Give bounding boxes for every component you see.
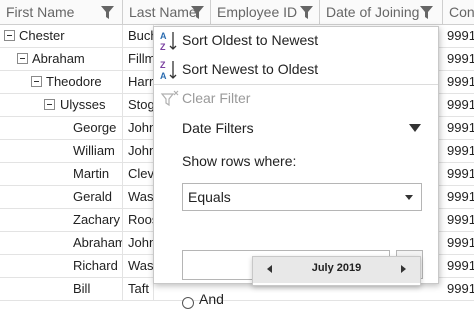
contact-cell: 9991 (447, 51, 474, 66)
clear-filter-icon (160, 90, 179, 107)
column-header-label: First Name (6, 4, 75, 20)
first-name-cell: Gerald (73, 186, 123, 209)
date-filters-menu[interactable]: Date Filters (182, 120, 254, 136)
column-header-first-name[interactable]: First Name (0, 0, 123, 25)
first-name-cell: George (73, 117, 123, 140)
contact-cell: 9991 (447, 74, 474, 89)
filter-funnel-icon[interactable] (300, 6, 313, 20)
contact-cell: 9991 (447, 28, 474, 43)
sort-icon-z: Z (160, 60, 166, 70)
filter-funnel-icon[interactable] (191, 6, 204, 20)
chevron-down-icon (405, 195, 413, 200)
date-filters-expand-icon[interactable] (409, 124, 421, 132)
last-name-cell: Harris (128, 71, 154, 94)
first-name-cell: Abraham (73, 232, 123, 255)
first-name-cell: Chester (19, 25, 123, 48)
first-name-cell: Theodore (46, 71, 123, 94)
next-month-icon[interactable] (401, 265, 406, 273)
clear-filter-item[interactable]: Clear Filter (154, 85, 438, 113)
first-name-cell: Richard (73, 255, 123, 278)
contact-cell: 9991 (447, 235, 474, 250)
first-name-cell: Ulysses (60, 94, 123, 117)
first-name-cell: William (73, 140, 123, 163)
sort-oldest-to-newest-item[interactable]: A Z Sort Oldest to Newest (154, 27, 438, 55)
filter-funnel-icon[interactable] (420, 6, 433, 20)
filter-funnel-icon[interactable] (101, 6, 114, 20)
sort-descending-icon: Z A (160, 60, 177, 81)
contact-cell: 9991 (447, 120, 474, 135)
column-header-label: Last Name (129, 4, 197, 20)
and-radio-button[interactable] (182, 297, 194, 309)
collapse-toggle-icon[interactable] (31, 76, 42, 87)
contact-cell: 9991 (447, 189, 474, 204)
column-header-employee-id[interactable]: Employee ID (211, 0, 320, 25)
date-filter-popup: A Z Sort Oldest to Newest Z A Sort Newes… (153, 26, 439, 309)
contact-cell: 9991 (447, 281, 474, 296)
contact-cell: 9991 (447, 258, 474, 273)
sort-newest-to-oldest-item[interactable]: Z A Sort Newest to Oldest (154, 56, 438, 84)
first-name-cell: Zachary (73, 209, 123, 232)
sort-icon-a: A (160, 71, 167, 81)
last-name-cell: Johns (128, 140, 154, 163)
show-rows-where-label: Show rows where: (182, 153, 297, 169)
column-header-label: Cont (449, 4, 474, 20)
contact-cell: 9991 (447, 97, 474, 112)
contact-cell: 9991 (447, 143, 474, 158)
column-header-label: Date of Joining (326, 4, 420, 20)
column-header-contact[interactable]: Cont (443, 0, 474, 25)
sort-icon-a: A (160, 31, 167, 41)
first-name-cell: Abraham (32, 48, 123, 71)
filter-operator-select[interactable]: Equals (182, 183, 422, 211)
and-label: And (199, 291, 224, 307)
last-name-cell: Johns (128, 232, 154, 255)
collapse-toggle-icon[interactable] (44, 99, 55, 110)
filter-operator-value: Equals (188, 189, 231, 205)
calendar-header: July 2019 (253, 257, 420, 283)
sort-newest-label: Sort Newest to Oldest (182, 61, 319, 77)
last-name-cell: Roose (128, 209, 154, 232)
collapse-toggle-icon[interactable] (17, 53, 28, 64)
last-name-cell: Fillmo (128, 48, 154, 71)
sort-ascending-icon: A Z (160, 31, 177, 52)
last-name-cell: Wash (128, 255, 154, 278)
column-header-last-name[interactable]: Last Name (123, 0, 211, 25)
column-header-date-of-joining[interactable]: Date of Joining (320, 0, 443, 25)
first-name-cell: Martin (73, 163, 123, 186)
sort-icon-z: Z (160, 42, 166, 52)
last-name-cell: Bucha (128, 25, 154, 48)
collapse-toggle-icon[interactable] (4, 30, 15, 41)
last-name-cell: Cleve (128, 163, 154, 186)
last-name-cell: Johns (128, 117, 154, 140)
last-name-cell: Taft (128, 278, 154, 301)
last-name-cell: Stogn (128, 94, 154, 117)
calendar-dropdown: July 2019 (252, 256, 421, 286)
first-name-cell: Bill (73, 278, 123, 301)
column-header-label: Employee ID (217, 4, 298, 20)
sort-oldest-label: Sort Oldest to Newest (182, 32, 319, 48)
last-name-cell: Wash (128, 186, 154, 209)
clear-filter-label: Clear Filter (182, 90, 251, 106)
contact-cell: 9991 (447, 212, 474, 227)
grid-header: First Name Last Name Employee ID Date of… (0, 0, 474, 25)
calendar-month-label[interactable]: July 2019 (253, 262, 420, 274)
contact-cell: 9991 (447, 166, 474, 181)
